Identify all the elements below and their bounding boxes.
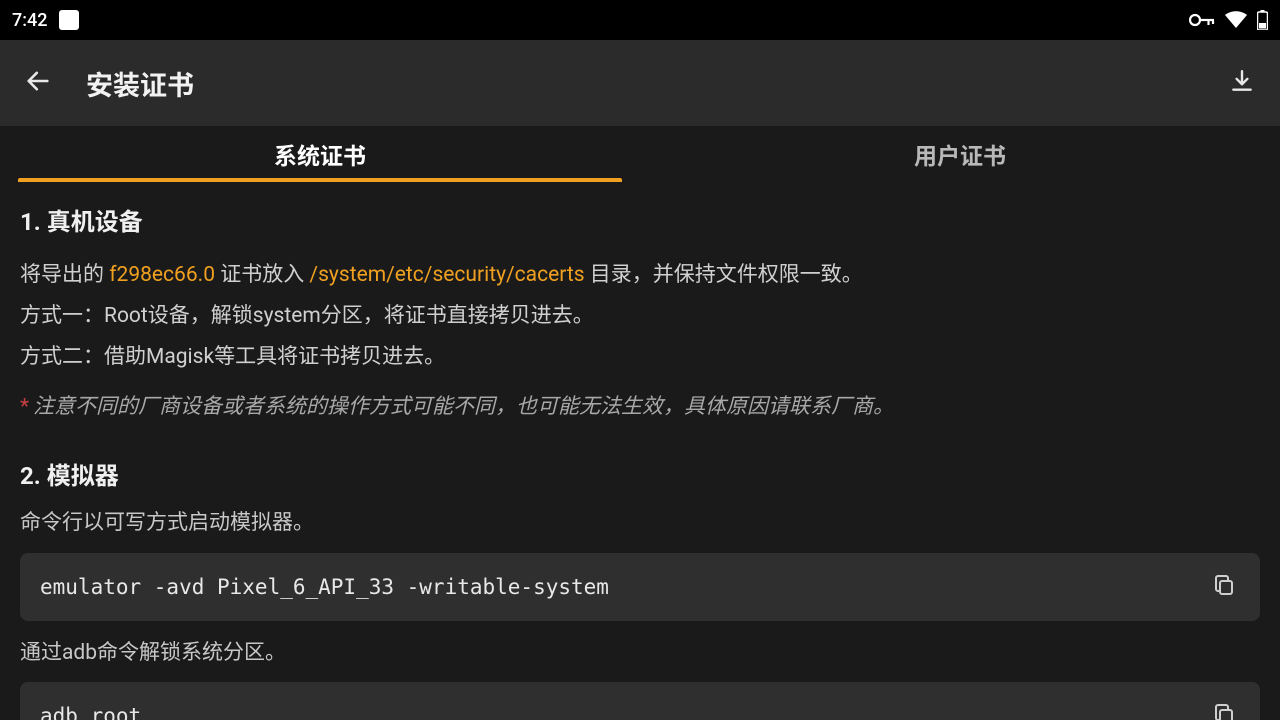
warning-note: *注意不同的厂商设备或者系统的操作方式可能不同，也可能无法生效，具体原因请联系厂… xyxy=(20,388,1260,428)
text-fragment: 证书放入 xyxy=(215,263,309,287)
section-heading-real-device: 1. 真机设备 xyxy=(20,202,1260,237)
asterisk-icon: * xyxy=(20,395,29,419)
section-heading-emulator: 2. 模拟器 xyxy=(20,456,1260,491)
code-text: emulator -avd Pixel_6_API_33 -writable-s… xyxy=(40,575,609,599)
tab-label: 用户证书 xyxy=(914,137,1006,171)
copy-button[interactable] xyxy=(1208,700,1240,720)
vpn-key-icon xyxy=(1189,12,1215,28)
arrow-left-icon xyxy=(24,67,52,99)
status-bar: 7:42 xyxy=(0,0,1280,40)
tab-bar: 系统证书 用户证书 xyxy=(0,126,1280,182)
download-icon xyxy=(1229,68,1255,98)
app-bar: 安装证书 xyxy=(0,40,1280,126)
text-fragment: 将导出的 xyxy=(20,263,109,287)
back-button[interactable] xyxy=(20,65,56,101)
tab-user-cert[interactable]: 用户证书 xyxy=(640,126,1280,182)
wifi-icon xyxy=(1225,11,1247,29)
cert-filename: f298ec66.0 xyxy=(109,263,215,287)
emulator-instruction-1: 命令行以可写方式启动模拟器。 xyxy=(20,505,1260,543)
download-button[interactable] xyxy=(1224,65,1260,101)
text-fragment: 目录，并保持文件权限一致。 xyxy=(585,263,863,287)
tab-system-cert[interactable]: 系统证书 xyxy=(0,126,640,182)
status-time: 7:42 xyxy=(12,10,47,31)
cert-path: /system/etc/security/cacerts xyxy=(309,263,584,287)
copy-icon xyxy=(1212,573,1236,601)
note-text: 注意不同的厂商设备或者系统的操作方式可能不同，也可能无法生效，具体原因请联系厂商… xyxy=(33,395,894,419)
status-app-indicator xyxy=(59,10,79,30)
instruction-line-2: 方式一：Root设备，解锁system分区，将证书直接拷贝进去。 xyxy=(20,296,1260,337)
copy-icon xyxy=(1212,702,1236,720)
tab-label: 系统证书 xyxy=(274,137,366,171)
emulator-instruction-2: 通过adb命令解锁系统分区。 xyxy=(20,635,1260,673)
instruction-line-3: 方式二：借助Magisk等工具将证书拷贝进去。 xyxy=(20,337,1260,378)
instruction-line-1: 将导出的 f298ec66.0 证书放入 /system/etc/securit… xyxy=(20,255,1260,296)
code-block-adb-root: adb root xyxy=(20,682,1260,720)
content-area: 1. 真机设备 将导出的 f298ec66.0 证书放入 /system/etc… xyxy=(0,182,1280,720)
battery-icon xyxy=(1257,10,1268,30)
code-text: adb root xyxy=(40,704,141,720)
page-title: 安装证书 xyxy=(86,64,194,103)
copy-button[interactable] xyxy=(1208,571,1240,603)
code-block-emulator: emulator -avd Pixel_6_API_33 -writable-s… xyxy=(20,553,1260,621)
